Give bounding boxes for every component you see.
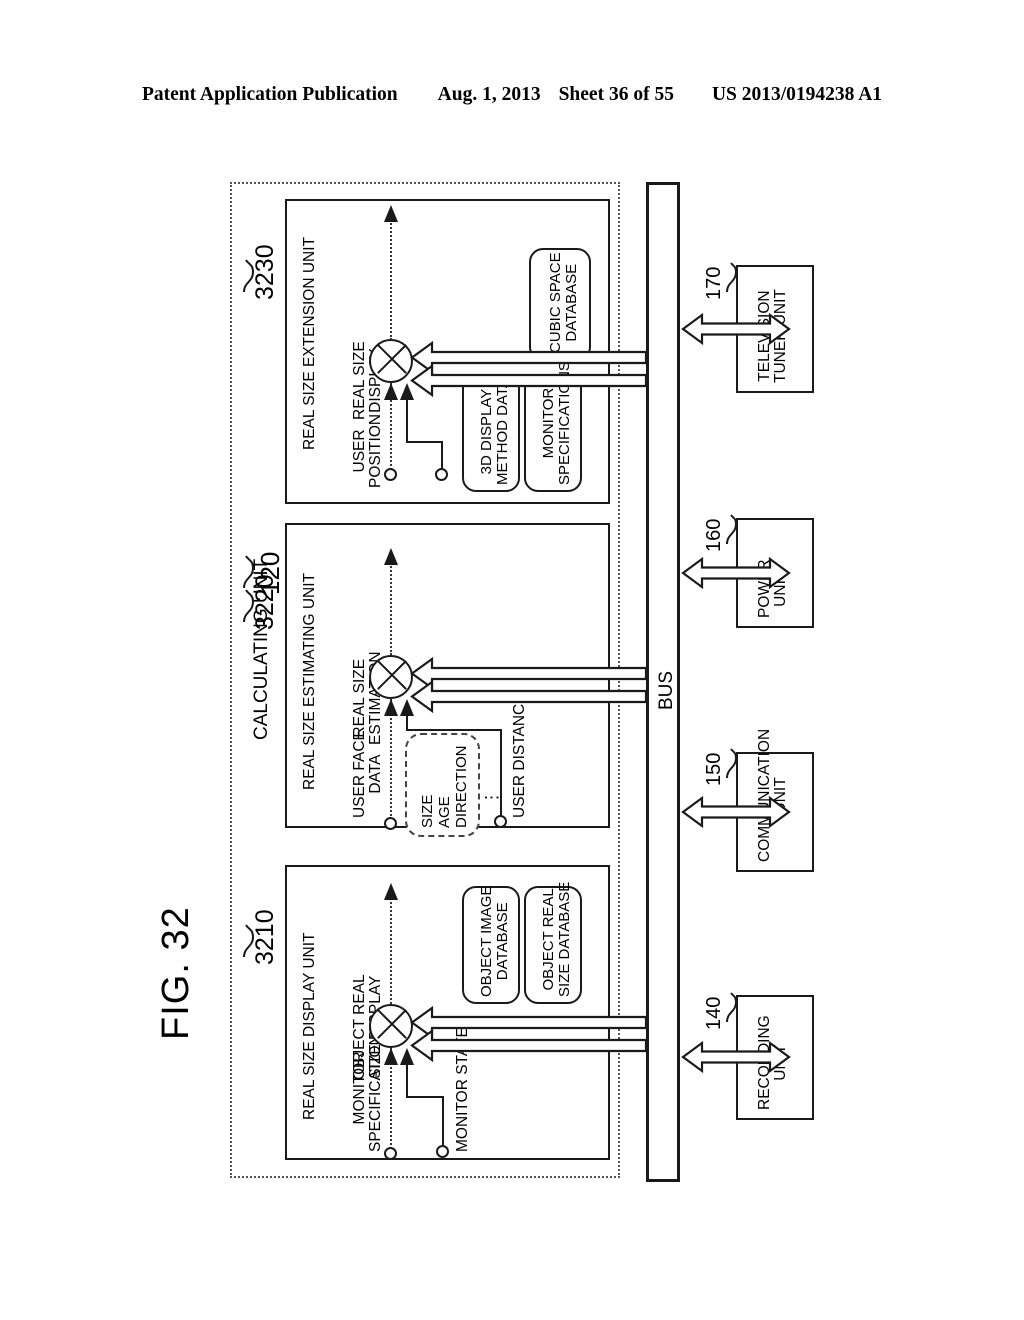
block-3210-title: REAL SIZE DISPLAY UNIT: [301, 932, 318, 1121]
unit-power-ref: 160: [703, 518, 725, 552]
input-terminal-user-position[interactable]: [384, 468, 397, 481]
input-terminal-user-distance[interactable]: [494, 815, 507, 828]
input-arrow-a-3230: [384, 383, 398, 400]
user-face-data-ellipsis: ⋮: [482, 786, 501, 806]
leader-170: [726, 262, 738, 293]
unit-communication-ref: 150: [703, 752, 725, 786]
block-3230-title: REAL SIZE EXTENSION UNIT: [301, 236, 318, 450]
input-arrow-b-3230: [400, 383, 414, 400]
unit-power-label: POWER UNIT: [756, 559, 790, 618]
unit-communication-label: COMMUNICATION UNIT: [756, 728, 790, 862]
input-elbow-v2-3210: [442, 1096, 444, 1147]
leader-140: [726, 992, 738, 1023]
input-arrow-b-3220: [400, 699, 414, 716]
block-3210-input-monitor-state: MONITOR STATE: [454, 1027, 471, 1152]
input-elbow-h-3220: [406, 729, 502, 731]
output-arrow-3220: [384, 548, 398, 565]
header-date: Aug. 1, 2013: [437, 84, 541, 105]
unit-recording-label: RECORDING UNIT: [756, 1015, 790, 1110]
user-face-data-attributes-label: SIZE AGE DIRECTION: [419, 745, 470, 829]
input-terminal-monitor-state[interactable]: [436, 1145, 449, 1158]
header-sheet: Sheet 36 of 55: [558, 84, 674, 105]
unit-recording-ref: 140: [703, 996, 725, 1030]
input-terminal-user-face-data[interactable]: [384, 817, 397, 830]
input-arrow-a-3220: [384, 699, 398, 716]
input-line-3220: [390, 699, 392, 823]
output-line-3220: [390, 555, 392, 655]
db-monitor-specifications-3230-label: MONITOR SPECIFICATIONS: [540, 361, 573, 485]
input-elbow-h-3230: [406, 441, 443, 443]
db-cubic-space-database-label: CUBIC SPACE DATABASE: [547, 252, 580, 353]
leader-160: [726, 514, 738, 545]
input-elbow-v-3230: [406, 399, 408, 443]
block-3220-input-user-distance: USER DISTANCE: [511, 693, 528, 818]
summing-node-3230: [369, 339, 413, 383]
unit-television-tuner-label: TELEVISION TUNER UNIT: [756, 289, 790, 383]
figure-label: FIG. 32: [155, 906, 197, 1040]
header-publication: Patent Application Publication: [141, 84, 398, 105]
header-patent-number: US 2013/0194238 A1: [711, 84, 883, 105]
publication-header: Patent Application Publication Aug. 1, 20…: [0, 84, 1024, 106]
input-arrow-b-3210: [400, 1048, 414, 1065]
db-3d-display-method-data-label: 3D DISPLAY METHOD DATA: [478, 378, 511, 485]
leader-150: [726, 748, 738, 779]
output-line-3230: [390, 212, 392, 340]
summing-node-3210: [369, 1004, 413, 1048]
block-3230-ref: 3230: [251, 244, 279, 300]
input-elbow-v-3210: [406, 1064, 408, 1098]
block-3210-ref: 3210: [251, 909, 279, 965]
output-line-3210: [390, 890, 392, 1004]
db-object-image-database-label: OBJECT IMAGE DATABASE: [478, 885, 511, 997]
summing-node-3220: [369, 655, 413, 699]
input-terminal-monitor-specifications[interactable]: [384, 1147, 397, 1160]
block-3230-input-user-position: USER POSITION: [351, 413, 385, 488]
db-object-real-size-database-label: OBJECT REAL SIZE DATABASE: [540, 881, 573, 997]
input-terminal-3230-b[interactable]: [435, 468, 448, 481]
input-elbow-h-3210: [406, 1096, 444, 1098]
block-3220-input-user-face-data: USER FACE DATA: [351, 730, 385, 818]
block-3220-title: REAL SIZE ESTIMATING UNIT: [301, 572, 318, 790]
output-arrow-3210: [384, 883, 398, 900]
block-3220-ref: 3220: [251, 574, 279, 630]
input-arrow-a-3210: [384, 1048, 398, 1065]
bus-label: BUS: [656, 670, 677, 710]
unit-television-tuner-ref: 170: [703, 266, 725, 300]
output-arrow-3230: [384, 205, 398, 222]
input-elbow-v2-3220: [500, 729, 502, 818]
